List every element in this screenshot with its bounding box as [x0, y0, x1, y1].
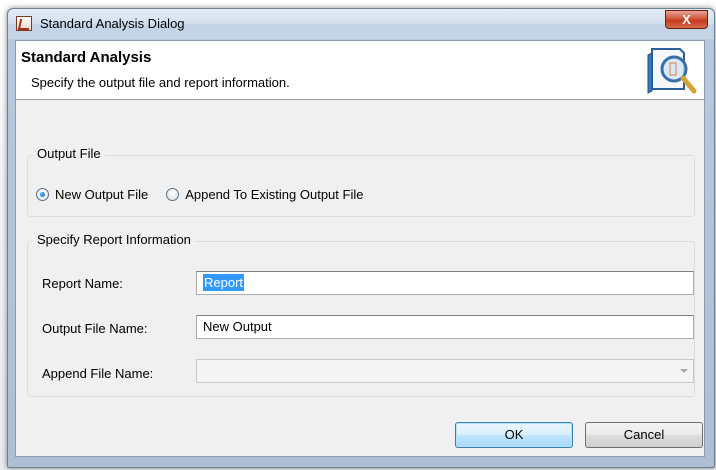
append-file-name-dropdown[interactable]: [196, 359, 694, 383]
report-name-input[interactable]: Report: [196, 271, 694, 295]
output-file-group-label: Output File: [33, 146, 105, 161]
append-existing-file-label[interactable]: Append To Existing Output File: [185, 187, 363, 202]
dialog-window: Standard Analysis Dialog X Standard Anal…: [7, 8, 715, 468]
close-button[interactable]: X: [665, 10, 708, 29]
header-description: Specify the output file and report infor…: [31, 75, 290, 90]
new-output-file-label[interactable]: New Output File: [55, 187, 148, 202]
report-info-group-label: Specify Report Information: [33, 232, 195, 247]
append-file-name-label: Append File Name:: [42, 366, 154, 381]
header-title: Standard Analysis: [21, 49, 152, 66]
window-title: Standard Analysis Dialog: [40, 16, 185, 31]
chevron-down-icon[interactable]: [680, 369, 688, 373]
title-bar[interactable]: Standard Analysis Dialog X: [8, 9, 714, 39]
output-file-name-label: Output File Name:: [42, 321, 148, 336]
output-file-options: New Output File Append To Existing Outpu…: [36, 187, 381, 202]
app-icon: [16, 16, 32, 31]
new-output-file-radio[interactable]: [36, 188, 49, 201]
report-name-label: Report Name:: [42, 276, 123, 291]
output-file-name-input[interactable]: New Output: [196, 315, 694, 339]
output-file-group: Output File New Output File Append To Ex…: [27, 146, 695, 217]
report-info-group: Specify Report Information Report Name: …: [27, 232, 695, 397]
cancel-button[interactable]: Cancel: [585, 422, 703, 448]
output-file-name-value: New Output: [203, 319, 272, 334]
report-name-value: Report: [203, 274, 245, 291]
ok-button[interactable]: OK: [455, 422, 573, 448]
dialog-header: Standard Analysis Specify the output fil…: [16, 41, 704, 100]
append-existing-file-radio[interactable]: [166, 188, 180, 201]
dialog-client-area: Standard Analysis Specify the output fil…: [15, 40, 705, 457]
magnifier-report-icon: [647, 48, 697, 94]
